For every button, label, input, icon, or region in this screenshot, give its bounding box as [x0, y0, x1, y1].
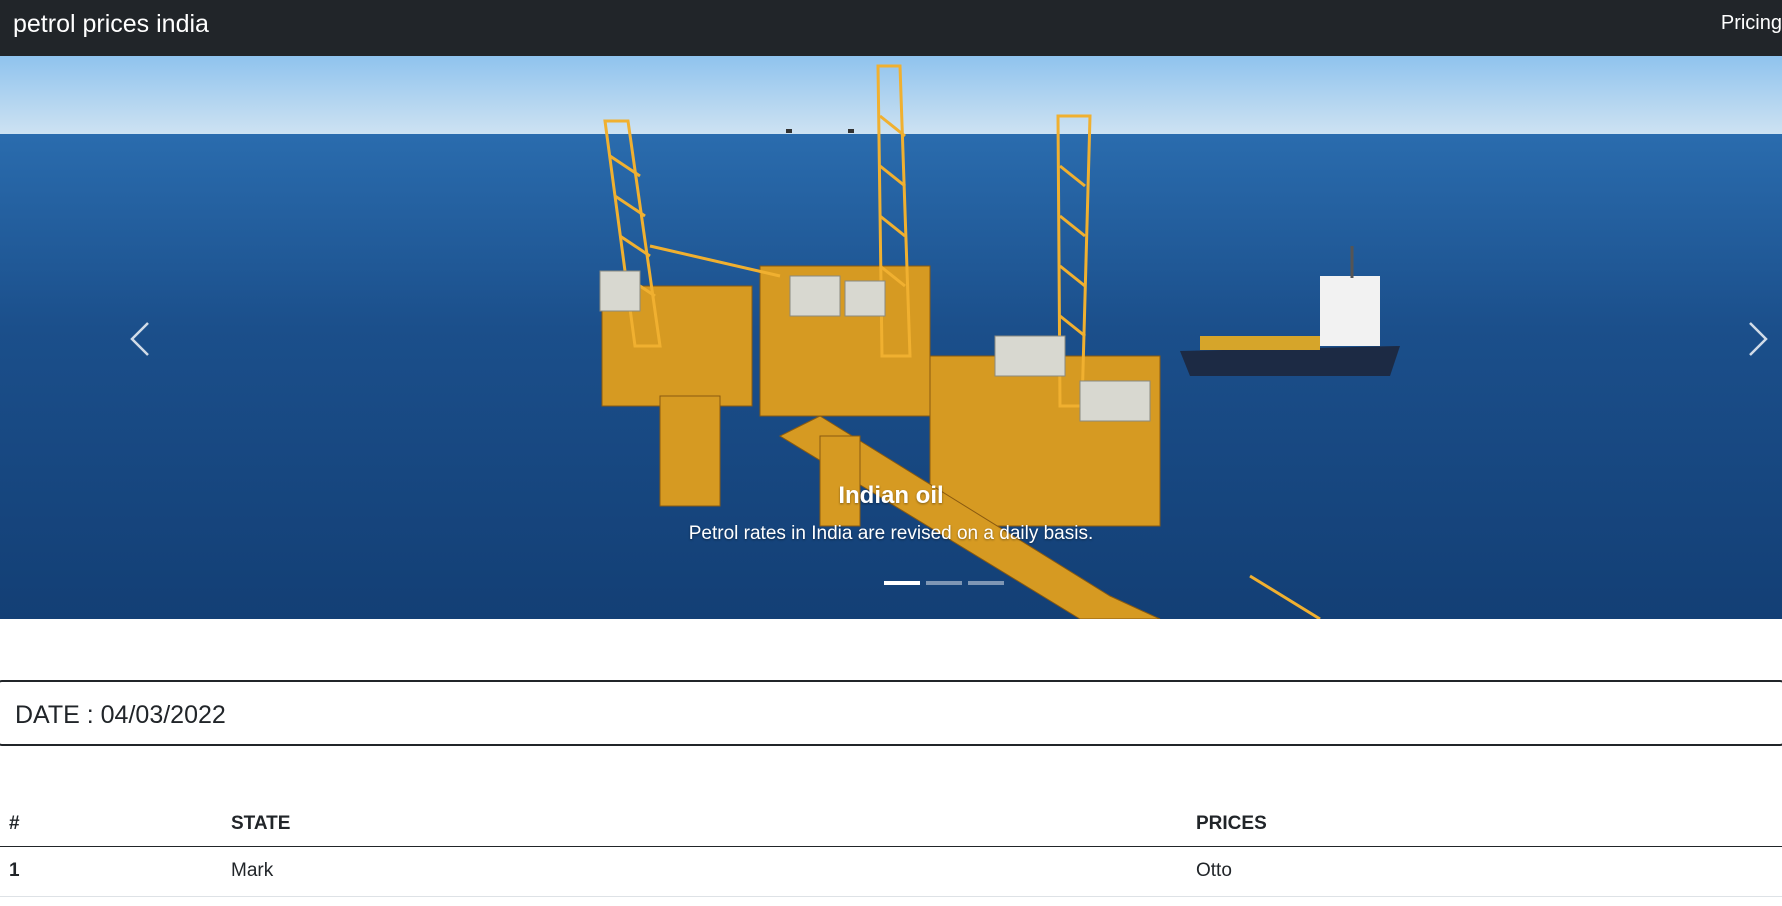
hero-carousel: Indian oil Petrol rates in India are rev…	[0, 56, 1782, 619]
table-cell-state: Mark	[231, 846, 1196, 897]
column-header-number: #	[0, 802, 231, 847]
carousel-indicator-2[interactable]	[926, 581, 962, 585]
date-card: DATE : 04/03/2022	[0, 680, 1782, 746]
carousel-indicator-3[interactable]	[968, 581, 1004, 585]
carousel-caption-text: Petrol rates in India are revised on a d…	[688, 523, 1094, 544]
navbar: petrol prices india Pricing	[0, 0, 1782, 56]
table-row: 1 Mark Otto	[0, 846, 1782, 897]
table-header-row: # STATE PRICES	[0, 802, 1782, 847]
carousel-caption-title: Indian oil	[838, 482, 944, 509]
table-cell-number: 1	[0, 846, 231, 897]
chevron-left-icon	[130, 322, 149, 356]
chevron-right-icon	[1749, 322, 1768, 356]
carousel-indicator-1[interactable]	[884, 581, 920, 585]
nav-link-pricing[interactable]: Pricing	[1721, 10, 1782, 36]
brand-link[interactable]: petrol prices india	[13, 9, 209, 39]
table-cell-price: Otto	[1196, 846, 1782, 897]
column-header-prices: PRICES	[1196, 802, 1782, 847]
price-table: # STATE PRICES 1 Mark Otto	[0, 802, 1782, 897]
carousel-indicators	[884, 581, 1004, 587]
date-label: DATE : 04/03/2022	[15, 701, 226, 729]
column-header-state: STATE	[231, 802, 1196, 847]
